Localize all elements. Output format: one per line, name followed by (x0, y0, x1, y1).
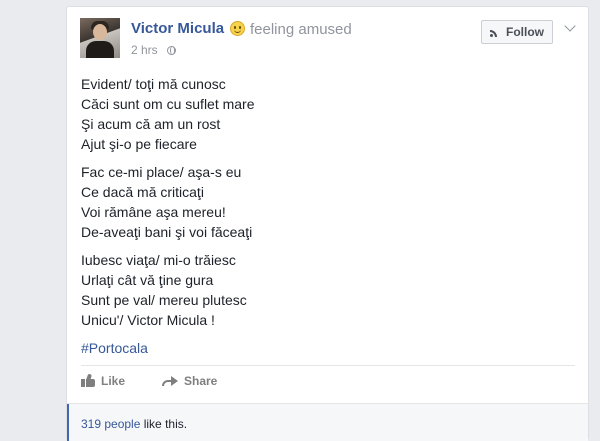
smile-emoji-icon (230, 21, 245, 36)
poem-line: Sunt pe val/ mereu plutesc (81, 292, 247, 308)
globe-icon (167, 46, 177, 55)
avatar[interactable] (80, 18, 120, 58)
stanza: Evident/ toţi mă cunosc Căci sunt om cu … (81, 74, 255, 154)
chevron-down-icon[interactable] (564, 20, 576, 32)
post-meta: 2 hrs (131, 43, 177, 57)
poem-line: Şi acum că am un rost (81, 116, 221, 132)
timestamp[interactable]: 2 hrs (131, 43, 158, 57)
stanza: Iubesc viaţa/ mi-o trăiesc Urlaţi cât vă… (81, 250, 255, 330)
poem-line: Evident/ toţi mă cunosc (81, 76, 226, 92)
thumbs-up-icon (81, 373, 95, 387)
poem-line: Voi rămâne aşa mereu! (81, 204, 226, 220)
likes-suffix: like this. (140, 417, 188, 431)
share-arrow-icon (162, 374, 178, 386)
likes-text: 319 people like this. (81, 417, 187, 431)
follow-button[interactable]: Follow (481, 20, 553, 44)
likes-count-link[interactable]: 319 people (81, 417, 140, 431)
author-name[interactable]: Victor Micula (131, 20, 224, 37)
accent-bar (67, 404, 69, 441)
like-label: Like (101, 374, 126, 388)
follow-label: Follow (506, 25, 544, 39)
rss-icon (490, 27, 500, 37)
poem-line: Căci sunt om cu suflet mare (81, 96, 255, 112)
poem-line: De-aveaţi bani şi voi făceaţi (81, 224, 253, 240)
poem-line: Ce dacă mă criticaţi (81, 184, 204, 200)
poem-line: Ajut şi-o pe fiecare (81, 136, 197, 152)
hashtag-link[interactable]: #Portocala (81, 338, 255, 358)
poem-line: Urlaţi cât vă ţine gura (81, 272, 214, 288)
likes-summary: 319 people like this. (67, 403, 588, 441)
post-card: Victor Micula feeling amused 2 hrs Follo… (66, 6, 589, 441)
share-button[interactable]: Share (162, 374, 217, 388)
poem-line: Fac ce-mi place/ aşa-s eu (81, 164, 242, 180)
stanza: Fac ce-mi place/ aşa-s eu Ce dacă mă cri… (81, 162, 255, 242)
divider (81, 365, 575, 366)
poem-line: Unicu'/ Victor Micula ! (81, 312, 215, 328)
share-label: Share (184, 374, 218, 388)
poem-line: Iubesc viaţa/ mi-o trăiesc (81, 252, 236, 268)
post-text: Evident/ toţi mă cunosc Căci sunt om cu … (81, 74, 255, 358)
feeling-text: feeling amused (250, 21, 352, 38)
like-button[interactable]: Like (81, 373, 126, 388)
